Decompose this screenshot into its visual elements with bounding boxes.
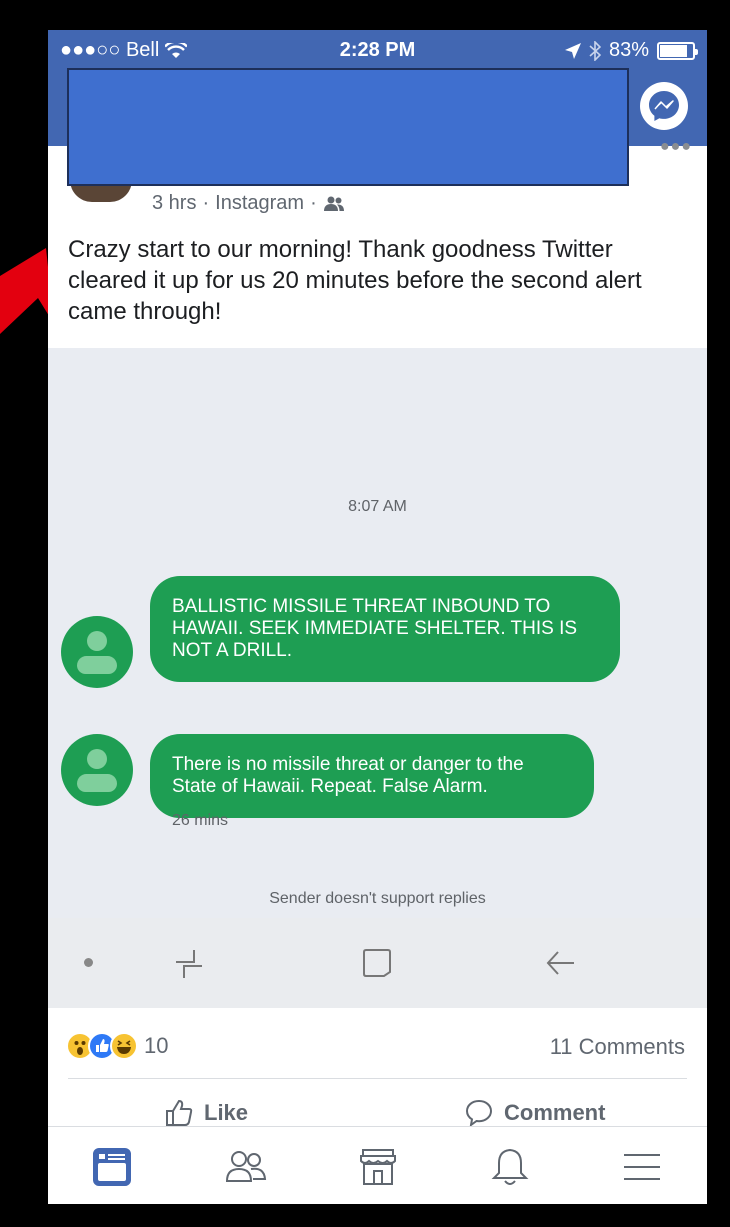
recent-apps-icon	[176, 950, 202, 978]
comments-count[interactable]: 11 Comments	[550, 1034, 685, 1060]
like-button[interactable]: Like	[164, 1098, 248, 1128]
phone-screen: ●●●○○ Bell 2:28 PM 83% ●●● 3 hrs · Insta…	[48, 30, 707, 1204]
battery-icon	[657, 41, 698, 60]
message-bubble: BALLISTIC MISSILE THREAT INBOUND TO HAWA…	[150, 576, 620, 682]
reaction-summary[interactable]: 10 11 Comments	[48, 1008, 707, 1076]
tab-menu[interactable]	[620, 1145, 664, 1189]
marketplace-icon	[360, 1149, 396, 1185]
comment-button[interactable]: Comment	[464, 1098, 605, 1128]
redaction-box	[67, 68, 629, 186]
friends-icon	[225, 1151, 267, 1182]
meta-separator: ·	[202, 192, 210, 214]
tab-marketplace[interactable]	[356, 1145, 400, 1189]
comment-label: Comment	[504, 1100, 606, 1125]
friends-audience-icon[interactable]	[323, 196, 345, 212]
messenger-button[interactable]	[640, 82, 688, 130]
status-bar: ●●●○○ Bell 2:28 PM 83%	[48, 30, 707, 70]
divider	[68, 1078, 687, 1079]
message-age: 26 mins	[172, 812, 229, 829]
haha-reaction-icon	[110, 1032, 138, 1060]
sender-avatar-icon	[61, 734, 133, 806]
nav-dot-icon	[84, 958, 93, 967]
hamburger-menu-icon	[624, 1154, 660, 1180]
embedded-screenshot[interactable]: 8:07 AM BALLISTIC MISSILE THREAT INBOUND…	[48, 348, 707, 1008]
thumbs-up-icon	[166, 1099, 193, 1126]
comment-bubble-icon	[465, 1099, 493, 1128]
sender-avatar-icon	[61, 616, 133, 688]
post-source[interactable]: Instagram	[215, 192, 304, 215]
post-time[interactable]: 3 hrs	[152, 192, 196, 215]
battery-percent: 83%	[608, 39, 649, 61]
bottom-tab-bar	[48, 1126, 707, 1204]
post-text: Crazy start to our morning! Thank goodne…	[68, 236, 642, 325]
location-arrow-icon	[564, 42, 581, 59]
message-bubble: There is no missile threat or danger to …	[150, 734, 594, 818]
tab-news-feed[interactable]	[90, 1145, 134, 1189]
post-meta: 3 hrs · Instagram ·	[152, 192, 345, 215]
tab-notifications[interactable]	[488, 1145, 532, 1189]
messenger-icon	[649, 91, 679, 121]
like-label: Like	[204, 1100, 249, 1125]
tab-friends[interactable]	[224, 1145, 268, 1189]
android-nav-bar	[48, 918, 707, 1008]
news-feed-icon	[93, 1148, 131, 1186]
meta-separator: ·	[310, 192, 317, 214]
bluetooth-icon	[589, 40, 601, 61]
back-arrow-icon	[546, 951, 574, 975]
message-timestamp: 8:07 AM	[348, 498, 407, 515]
message-text: BALLISTIC MISSILE THREAT INBOUND TO HAWA…	[172, 596, 578, 661]
bell-icon	[491, 1148, 529, 1185]
home-square-icon	[363, 949, 391, 977]
no-replies-notice: Sender doesn't support replies	[269, 890, 486, 907]
message-text: There is no missile threat or danger to …	[172, 754, 524, 797]
reaction-count: 10	[144, 1033, 169, 1058]
post-options-icon[interactable]: ●●●	[660, 138, 692, 156]
